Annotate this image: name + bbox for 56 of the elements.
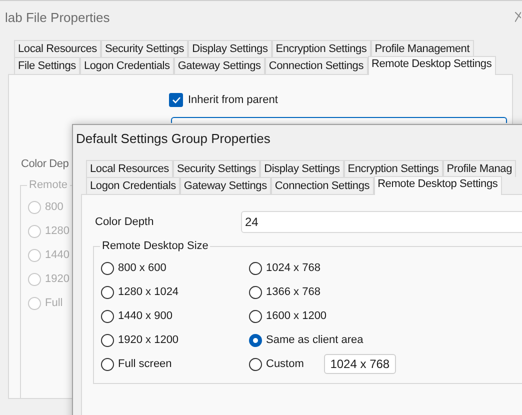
tab[interactable]: Encryption Settings (272, 40, 371, 57)
radio-label: 1366 x 768 (266, 284, 320, 300)
color-depth-field[interactable]: 24 (241, 211, 522, 233)
group-button[interactable] (171, 116, 507, 122)
tab[interactable]: Logon Credentials (86, 177, 180, 194)
tab[interactable]: Gateway Settings (174, 57, 265, 74)
radio-button[interactable] (249, 262, 262, 274)
tab[interactable]: Remote Desktop Settings (374, 176, 502, 195)
tab[interactable]: Display Settings (260, 160, 344, 177)
tab[interactable]: Remote Desktop Settings (368, 56, 496, 75)
checkmark-icon (172, 96, 180, 104)
tab[interactable]: Encryption Settings (344, 160, 443, 177)
radio-label: Full screen (118, 356, 172, 372)
tab[interactable]: Display Settings (188, 40, 272, 57)
tab[interactable]: Logon Credentials (80, 57, 174, 74)
radio-label: 800 x 600 (118, 260, 166, 276)
field-label: Color Depth (95, 214, 155, 230)
radio-button[interactable] (249, 334, 262, 346)
radio-label: 1280 (45, 224, 70, 240)
radio-label: 1920 x 1200 (118, 332, 179, 348)
field-label: Color Dep (21, 158, 69, 170)
radio-button[interactable] (101, 286, 114, 298)
radio-button[interactable] (101, 334, 114, 346)
radio-label: 1920 (45, 272, 70, 288)
radio-button[interactable] (249, 310, 262, 322)
radio-label: 800 (45, 200, 64, 216)
radio-label: 1024 x 768 (266, 260, 320, 276)
tab[interactable]: Security Settings (100, 40, 188, 57)
radio-label: 1440 x 900 (118, 308, 172, 324)
tab[interactable]: Security Settings (172, 160, 260, 177)
tab[interactable]: File Settings (14, 57, 80, 74)
close-icon[interactable] (515, 12, 521, 22)
tab[interactable]: Local Resources (86, 160, 173, 177)
tab[interactable]: Profile Management (370, 40, 474, 57)
tab[interactable]: Connection Settings (270, 177, 374, 194)
tab[interactable]: Connection Settings (264, 57, 368, 74)
radio-button[interactable] (101, 262, 114, 274)
checkbox-label: Inherit from parent (188, 93, 278, 108)
window-title: Default Settings Group Properties (76, 130, 270, 148)
checkbox[interactable] (169, 93, 183, 108)
group-label: Remote Desktop Size (100, 238, 210, 254)
window-title: lab File Properties (5, 9, 110, 28)
radio-label: 1280 x 1024 (118, 284, 179, 300)
radio-label: 1440 (45, 248, 70, 264)
radio-button[interactable] (249, 358, 262, 370)
tab[interactable]: Local Resources (14, 40, 101, 57)
custom-size-field[interactable]: 1024 x 768 (324, 354, 396, 374)
radio-button[interactable] (101, 310, 114, 322)
radio-button[interactable] (101, 358, 114, 370)
radio-label: Same as client area (266, 332, 364, 348)
tab[interactable]: Gateway Settings (180, 177, 271, 194)
radio-button[interactable] (249, 286, 262, 298)
radio-label: Full (45, 296, 63, 312)
radio-label: 1600 x 1200 (266, 308, 327, 324)
radio-label: Custom (266, 356, 304, 372)
tab[interactable]: Profile Manag (442, 160, 516, 177)
